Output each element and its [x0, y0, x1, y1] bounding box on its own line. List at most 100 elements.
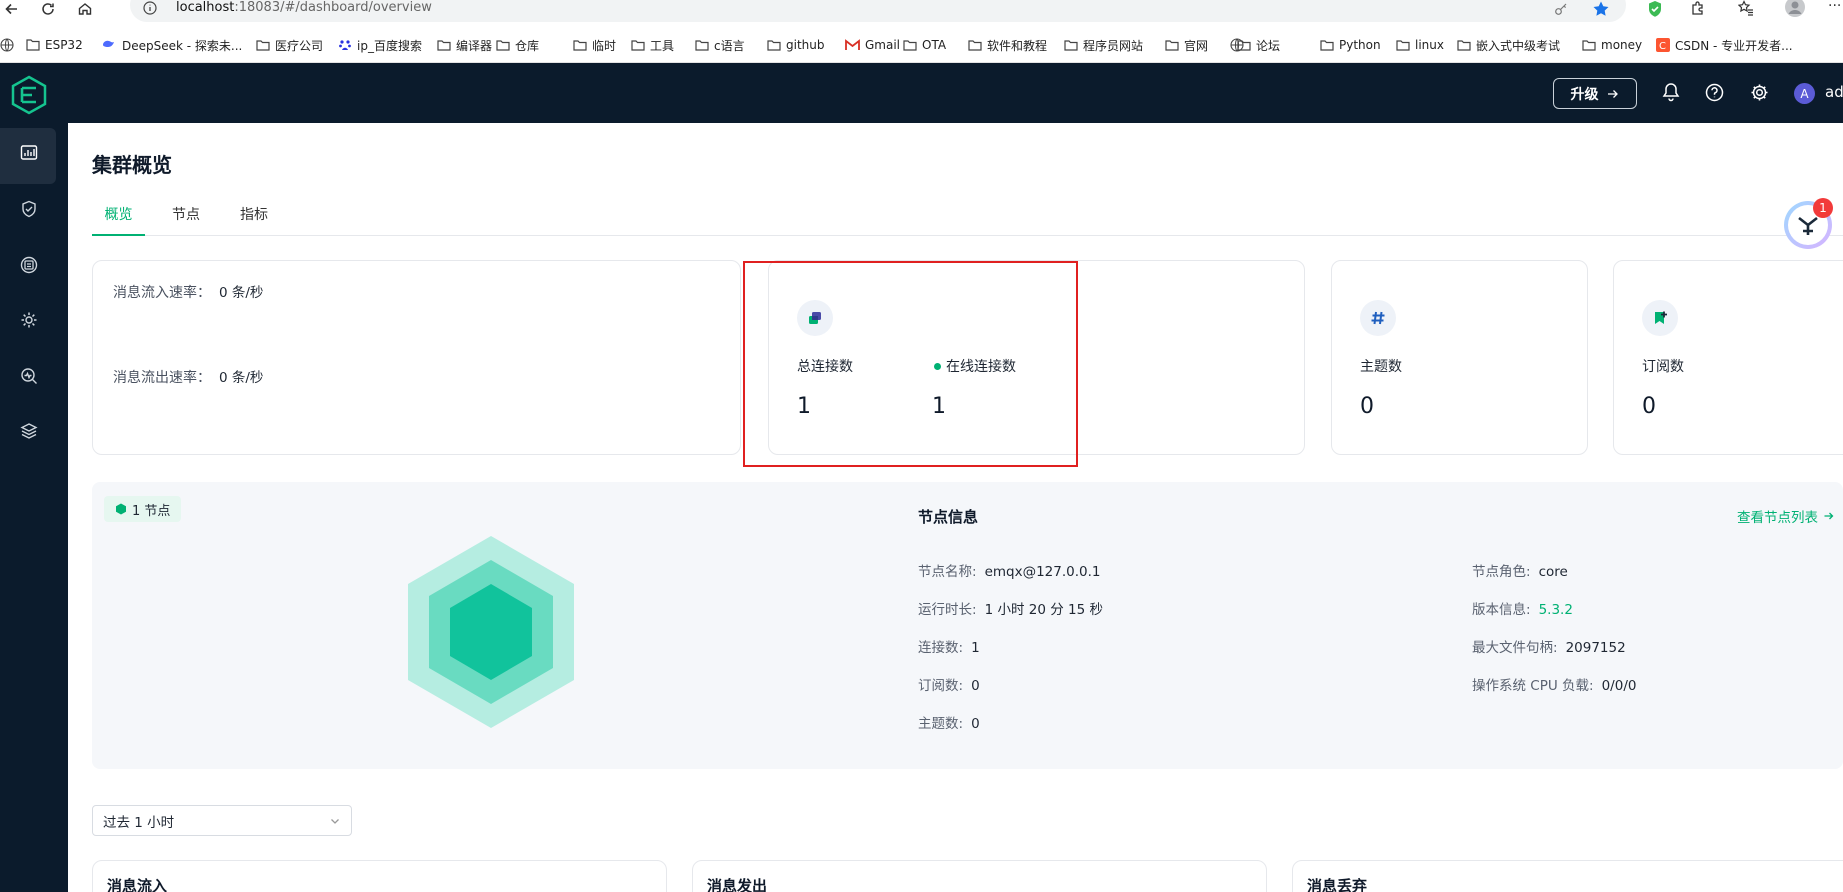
bookmark-dev-sites[interactable]: 程序员网站 [1064, 36, 1143, 54]
bookmark-embedded-exam[interactable]: 嵌入式中级考试 [1457, 36, 1560, 54]
bookmark-c-lang[interactable]: c语言 [695, 36, 745, 54]
bookmark-label: Gmail [865, 38, 901, 52]
rate-in-label: 消息流入速率： [113, 285, 211, 301]
sidebar-access-control-icon[interactable] [20, 200, 38, 218]
upgrade-button[interactable]: 升级 [1553, 78, 1637, 109]
bookmark-ota[interactable]: OTA [903, 36, 946, 54]
node-count-badge: 1 节点 [104, 496, 182, 522]
back-icon[interactable] [4, 1, 20, 17]
max-fds-row: 最大文件句柄: 2097152 [1472, 636, 1626, 656]
node-name-row: 节点名称: emqx@127.0.0.1 [918, 560, 1101, 580]
bookmark-label: Python [1339, 38, 1381, 52]
folder-icon [631, 40, 645, 51]
rate-in-value: 0 条/秒 [219, 285, 264, 301]
folder-icon [1457, 40, 1471, 51]
folder-icon [437, 40, 451, 51]
bookmark-baidu[interactable]: ip_百度搜索 [338, 36, 422, 54]
field-label: 订阅数: [918, 678, 964, 694]
message-in-title: 消息流入 [107, 877, 168, 892]
hash-icon [1371, 311, 1385, 325]
field-label: 版本信息: [1472, 602, 1531, 618]
bookmark-globe-icon[interactable] [0, 36, 19, 54]
field-label: 节点名称: [918, 564, 977, 580]
bookmark-label: linux [1415, 38, 1444, 52]
bookmark-temp[interactable]: 临时 [573, 36, 616, 54]
home-icon[interactable] [77, 1, 93, 17]
tab-nodes-label: 节点 [172, 207, 200, 223]
user-avatar[interactable]: A [1794, 83, 1815, 104]
favorites-icon[interactable] [1738, 0, 1754, 16]
field-label: 主题数: [918, 716, 964, 732]
bookmark-label: 临时 [592, 38, 617, 53]
bookmark-esp32[interactable]: ESP32 [26, 36, 83, 54]
url-text[interactable]: localhost:18083/#/dashboard/overview [176, 0, 432, 15]
dashboard-icon[interactable] [20, 144, 38, 162]
profile-avatar-icon[interactable] [1784, 0, 1806, 18]
tab-metrics[interactable]: 指标 [240, 204, 268, 224]
bookmark-label: money [1601, 38, 1643, 52]
notification-count-badge: 1 [1813, 198, 1833, 218]
bookmark-medical[interactable]: 医疗公司 [256, 36, 323, 54]
tab-overview[interactable]: 概览 [92, 204, 145, 236]
bookmark-python[interactable]: Python [1320, 36, 1381, 54]
sidebar-management-icon[interactable] [20, 311, 38, 329]
shield-extension-icon[interactable] [1647, 0, 1663, 18]
reload-icon[interactable] [40, 1, 56, 17]
bookmark-csdn-icon: C [1656, 38, 1670, 52]
app-header: 升级 A ad [0, 63, 1843, 123]
tab-nodes[interactable]: 节点 [172, 204, 200, 224]
bookmark-label: 官网 [1184, 38, 1209, 53]
bookmark-official[interactable]: 官网 [1165, 36, 1208, 54]
subscriptions-card: 订阅数 0 [1613, 260, 1843, 455]
bookmark-label: DeepSeek - 探索未... [122, 38, 243, 53]
more-menu-icon[interactable]: ··· [1828, 0, 1841, 14]
rate-in-row: 消息流入速率： 0 条/秒 [113, 281, 263, 302]
user-initial: A [1800, 86, 1809, 101]
bookmark-csdn[interactable]: C CSDN - 专业开发者... [1656, 36, 1793, 54]
topics-value: 0 [1360, 394, 1374, 419]
bookmark-star-icon[interactable] [1592, 0, 1610, 18]
sidebar-diagnose-icon[interactable] [20, 367, 38, 385]
emqx-logo-icon[interactable] [10, 75, 48, 115]
extensions-icon[interactable] [1690, 0, 1706, 16]
bookmark-tools[interactable]: 工具 [631, 36, 674, 54]
bookmark-gmail[interactable]: Gmail [845, 36, 900, 54]
bookmark-money[interactable]: money [1582, 36, 1642, 54]
node-topics-row: 主题数: 0 [918, 712, 980, 732]
info-icon[interactable] [143, 1, 157, 15]
sidebar-integration-icon[interactable] [20, 256, 38, 274]
folder-icon [1396, 40, 1410, 51]
bookmark-label: 编译器 [456, 38, 493, 53]
settings-gear-icon[interactable] [1750, 83, 1769, 102]
sidebar-extensions-icon[interactable] [20, 422, 38, 440]
assistant-float-button[interactable]: 1 [1784, 198, 1833, 249]
view-node-list-link[interactable]: 查看节点列表 [1737, 506, 1835, 526]
time-range-select[interactable]: 过去 1 小时 [92, 805, 352, 836]
hexagon-icon [116, 503, 126, 515]
bookmark-linux[interactable]: linux [1396, 36, 1444, 54]
user-name[interactable]: ad [1825, 83, 1843, 101]
bookmark-repo[interactable]: 仓库 [496, 36, 539, 54]
field-label: 最大文件句柄: [1472, 640, 1558, 656]
rate-out-row: 消息流出速率： 0 条/秒 [113, 366, 263, 387]
bookmark-compiler[interactable]: 编译器 [437, 36, 492, 54]
node-role-value: core [1538, 564, 1568, 580]
bookmark-software[interactable]: 软件和教程 [968, 36, 1047, 54]
help-icon[interactable] [1705, 83, 1724, 102]
sidebar [0, 123, 68, 892]
bell-icon[interactable] [1662, 82, 1680, 102]
bookmark-label: 仓库 [515, 38, 540, 53]
bookmark-globe-icon[interactable] [1230, 36, 1249, 54]
bookmark-deepseek[interactable]: DeepSeek - 探索未... [101, 36, 242, 54]
key-icon[interactable] [1554, 2, 1568, 16]
topics-card: 主题数 0 [1331, 260, 1588, 455]
main-content: 集群概览 概览 节点 指标 1 消息流入速率： 0 条/秒 消息流出速率： 0 条/… [68, 123, 1843, 892]
folder-icon [573, 40, 587, 51]
node-info-title: 节点信息 [918, 508, 979, 526]
version-link[interactable]: 5.3.2 [1539, 602, 1573, 618]
bookmark-github[interactable]: github [767, 36, 824, 54]
bookmark-label: 程序员网站 [1083, 38, 1144, 53]
node-name-value: emqx@127.0.0.1 [984, 564, 1101, 580]
bookmark-label: 软件和教程 [987, 38, 1048, 53]
bookmark-esp32-icon [26, 39, 40, 51]
